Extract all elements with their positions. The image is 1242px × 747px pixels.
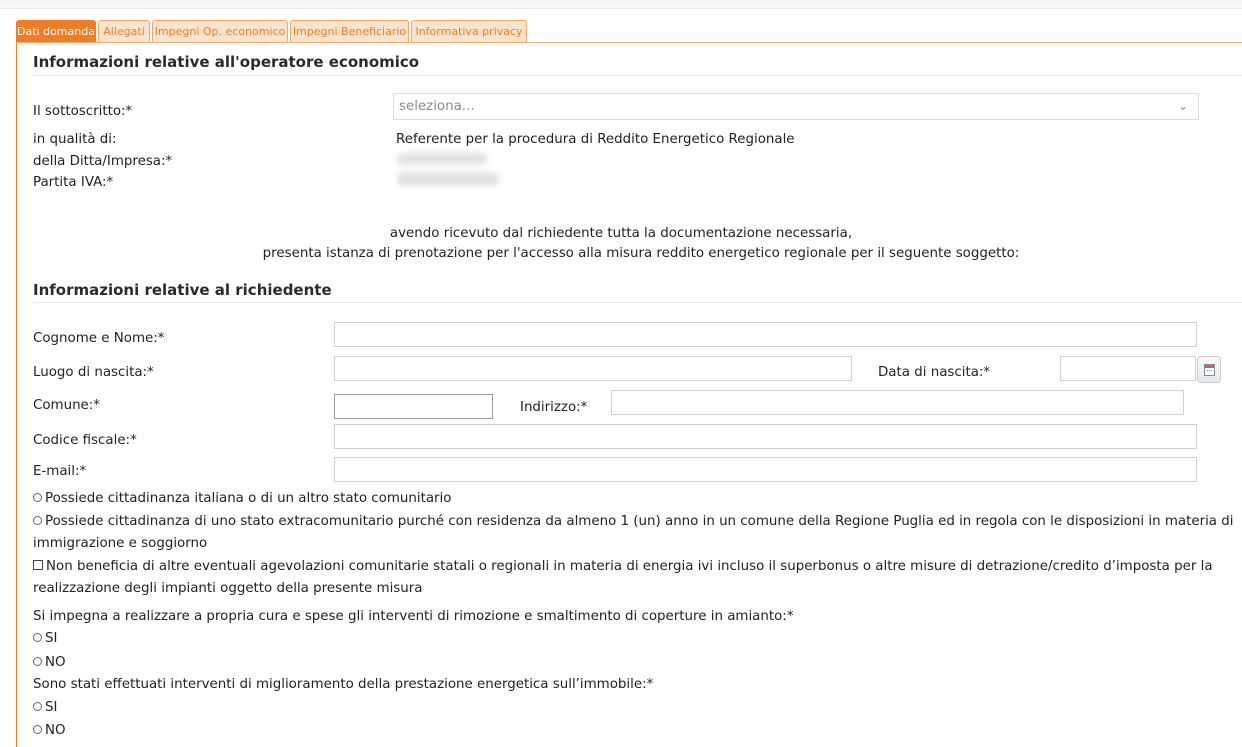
- indirizzo-input[interactable]: [611, 390, 1184, 415]
- declaration-line-2: presenta istanza di prenotazione per l'a…: [262, 246, 1020, 261]
- amianto-question: Si impegna a realizzare a propria cura e…: [33, 609, 794, 624]
- email-label: E-mail:*: [33, 464, 87, 479]
- luogo-nascita-input[interactable]: [334, 356, 852, 381]
- qualita-value: Referente per la procedura di Reddito En…: [396, 132, 795, 147]
- section-divider: [33, 75, 1242, 76]
- tab-impegni-beneficiario[interactable]: Impegni Beneficiario: [290, 20, 409, 42]
- radio-icon[interactable]: [33, 516, 42, 525]
- top-strip: [0, 0, 1242, 9]
- sottoscritto-select[interactable]: seleziona... ⌄: [393, 93, 1199, 120]
- panel-top-border: [16, 42, 1242, 43]
- non-beneficia-label: Non beneficia di altre eventuali agevola…: [33, 559, 1213, 596]
- panel-left-border: [16, 42, 17, 747]
- codice-fiscale-input[interactable]: [334, 424, 1197, 449]
- cognome-input[interactable]: [334, 322, 1197, 347]
- tab-allegati[interactable]: Allegati: [98, 20, 150, 42]
- amianto-no-label: NO: [45, 655, 66, 670]
- non-beneficia-option[interactable]: Non beneficia di altre eventuali agevola…: [33, 556, 1238, 600]
- radio-icon[interactable]: [33, 493, 42, 502]
- indirizzo-label: Indirizzo:*: [520, 400, 588, 415]
- tab-dati-domanda[interactable]: Dati domanda: [16, 20, 96, 42]
- data-nascita-input[interactable]: [1060, 356, 1196, 381]
- declaration-line-1: avendo ricevuto dal richiedente tutta la…: [389, 226, 853, 241]
- radio-icon[interactable]: [33, 702, 42, 711]
- amianto-si-label: SI: [45, 631, 58, 646]
- codice-fiscale-label: Codice fiscale:*: [33, 433, 137, 448]
- amianto-no-option[interactable]: NO: [33, 655, 66, 670]
- email-input[interactable]: [334, 457, 1197, 482]
- cittadinanza-ue-option[interactable]: Possiede cittadinanza italiana o di un a…: [33, 488, 451, 510]
- cittadinanza-extra-label: Possiede cittadinanza di uno stato extra…: [33, 514, 1234, 551]
- luogo-nascita-label: Luogo di nascita:*: [33, 365, 154, 380]
- comune-input[interactable]: [334, 394, 493, 419]
- prestazione-si-option[interactable]: SI: [33, 700, 57, 715]
- cognome-label: Cognome e Nome:*: [33, 331, 165, 346]
- radio-icon[interactable]: [33, 633, 42, 642]
- section-title-richiedente: Informazioni relative al richiedente: [33, 281, 332, 299]
- comune-label: Comune:*: [33, 398, 101, 413]
- prestazione-no-label: NO: [45, 723, 66, 738]
- checkbox-icon[interactable]: [33, 560, 43, 570]
- prestazione-no-option[interactable]: NO: [33, 723, 66, 738]
- ditta-value-redacted: [397, 153, 487, 165]
- tab-impegni-op-economico[interactable]: Impegni Op. economico: [152, 20, 288, 42]
- piva-label: Partita IVA:*: [33, 175, 114, 190]
- cittadinanza-ue-label: Possiede cittadinanza italiana o di un a…: [45, 491, 452, 506]
- radio-icon[interactable]: [33, 725, 42, 734]
- prestazione-question: Sono stati effettuati interventi di migl…: [33, 677, 654, 692]
- tab-informativa-privacy[interactable]: Informativa privacy: [411, 20, 527, 42]
- section-divider: [33, 302, 1242, 303]
- sottoscritto-select-value: seleziona...: [399, 99, 475, 114]
- chevron-down-icon: ⌄: [1177, 99, 1188, 113]
- calendar-icon: [1204, 364, 1215, 376]
- qualita-label: in qualità di:: [33, 132, 117, 147]
- radio-icon[interactable]: [33, 657, 42, 666]
- sottoscritto-label: Il sottoscritto:*: [33, 104, 133, 119]
- piva-value-redacted: [397, 172, 499, 186]
- data-nascita-label: Data di nascita:*: [878, 365, 991, 380]
- ditta-label: della Ditta/Impresa:*: [33, 154, 173, 169]
- cittadinanza-extra-option[interactable]: Possiede cittadinanza di uno stato extra…: [33, 511, 1238, 555]
- amianto-si-option[interactable]: SI: [33, 631, 57, 646]
- calendar-button[interactable]: [1197, 356, 1221, 383]
- section-title-operatore: Informazioni relative all'operatore econ…: [33, 53, 420, 71]
- prestazione-si-label: SI: [45, 700, 58, 715]
